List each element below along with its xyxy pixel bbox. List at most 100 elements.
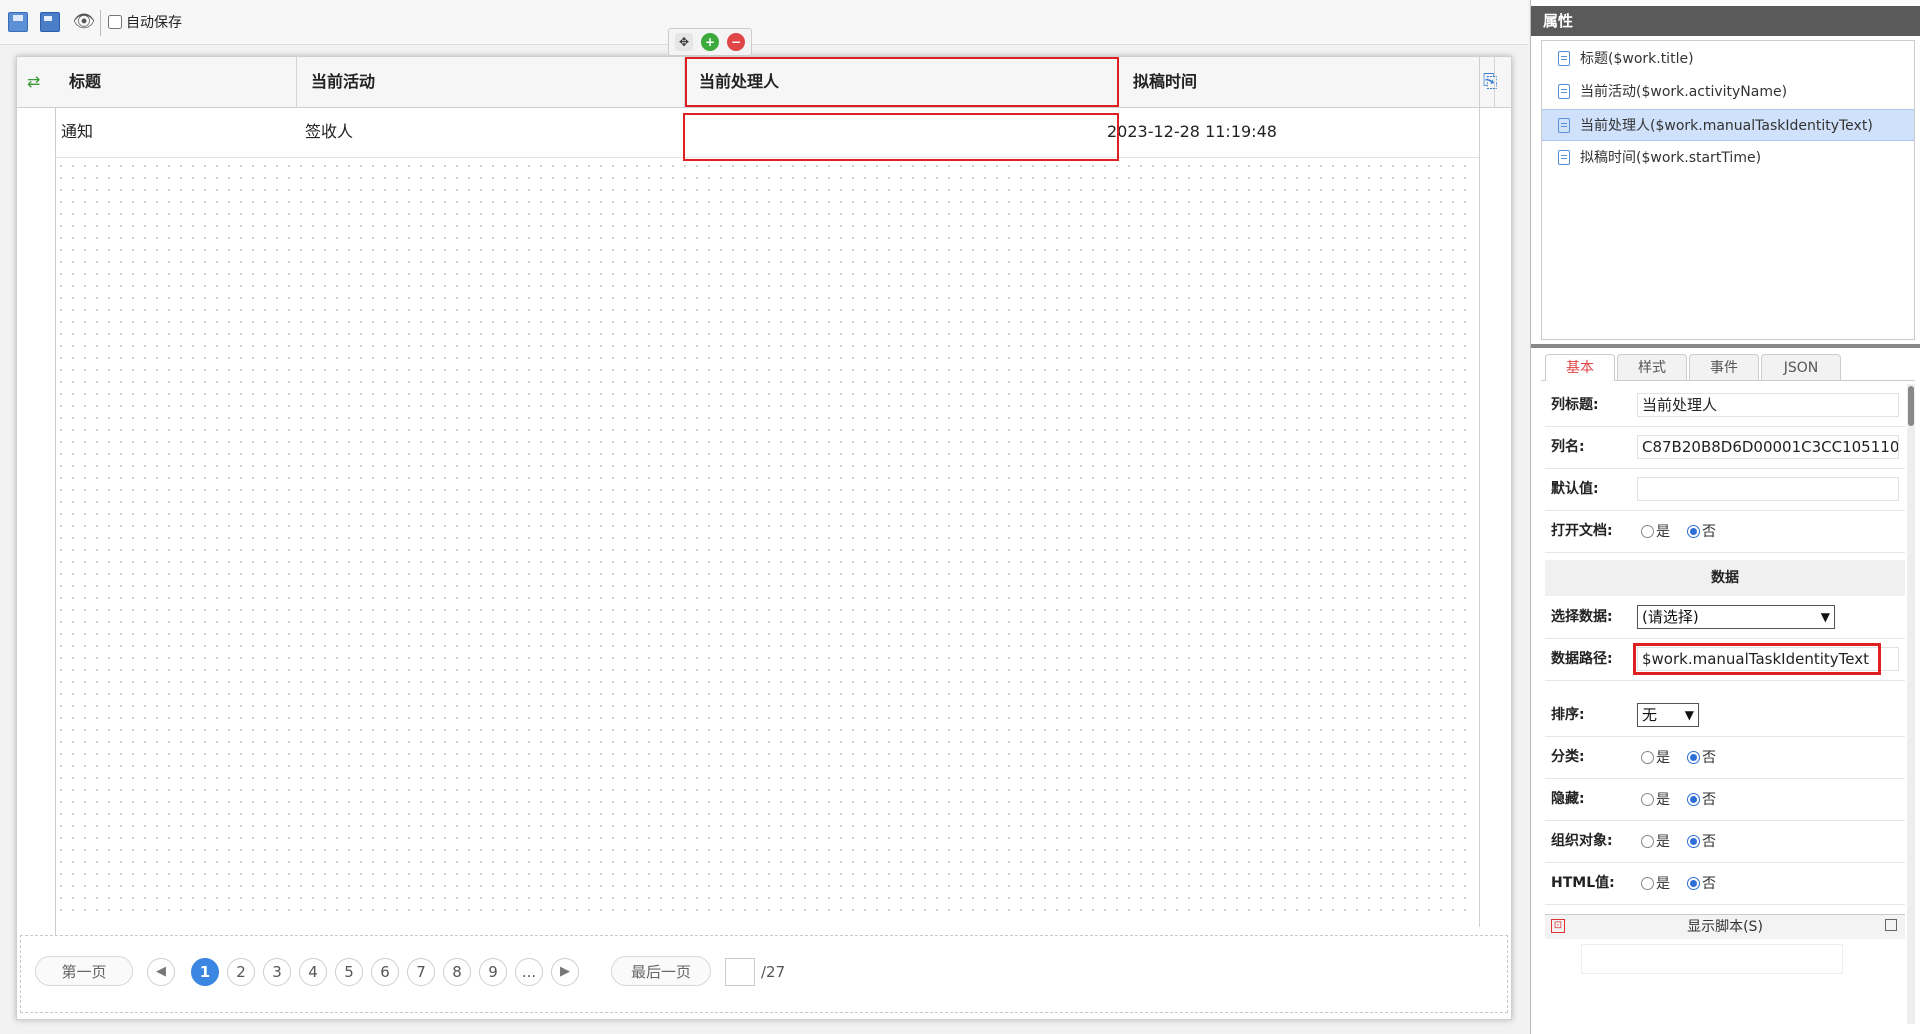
cell-title[interactable]: 通知 bbox=[61, 107, 291, 157]
property-tabs: 基本 样式 事件 JSON bbox=[1541, 354, 1915, 381]
page-3-button[interactable]: 3 bbox=[263, 958, 291, 986]
field-item[interactable]: 当前活动($work.activityName) bbox=[1542, 76, 1914, 108]
html-no-radio[interactable]: 否 bbox=[1687, 875, 1716, 892]
field-item-label: 标题($work.title) bbox=[1580, 51, 1694, 67]
prop-row-default-value: 默认值: bbox=[1545, 468, 1905, 511]
open-doc-no-radio[interactable]: 否 bbox=[1687, 523, 1716, 540]
autosave-label: 自动保存 bbox=[126, 15, 182, 31]
delete-icon[interactable]: − bbox=[727, 33, 745, 51]
page-4-button[interactable]: 4 bbox=[299, 958, 327, 986]
field-doc-icon bbox=[1558, 118, 1570, 133]
page-8-button[interactable]: 8 bbox=[443, 958, 471, 986]
page-ellipsis-button[interactable]: ... bbox=[515, 958, 543, 986]
tab-json[interactable]: JSON bbox=[1761, 354, 1841, 380]
radio-label: 否 bbox=[1702, 834, 1716, 850]
selected-column-cell-highlight bbox=[683, 113, 1119, 161]
page-9-button[interactable]: 9 bbox=[479, 958, 507, 986]
chevron-down-icon: ▼ bbox=[1820, 610, 1830, 624]
field-item-label: 拟稿时间($work.startTime) bbox=[1580, 150, 1762, 166]
display-script-bar[interactable]: 显示脚本(S) ⊡ bbox=[1545, 914, 1905, 939]
column-title-input[interactable]: 当前处理人 bbox=[1637, 393, 1899, 417]
column-header-label: 标题 bbox=[69, 72, 102, 91]
column-header-activity[interactable]: 当前活动 bbox=[297, 57, 685, 107]
prop-row-open-doc: 打开文档: 是 否 bbox=[1545, 510, 1905, 553]
page-jump-input[interactable] bbox=[725, 958, 755, 986]
field-item[interactable]: 标题($work.title) bbox=[1542, 43, 1914, 75]
sort-dropdown[interactable]: 无 ▼ bbox=[1637, 703, 1699, 727]
org-yes-radio[interactable]: 是 bbox=[1641, 833, 1670, 850]
prop-row-column-title: 列标题: 当前处理人 bbox=[1545, 384, 1905, 427]
cell-activity[interactable]: 签收人 bbox=[305, 107, 675, 157]
column-header-title[interactable]: 标题 bbox=[55, 57, 297, 107]
prop-label: 列标题: bbox=[1551, 397, 1599, 413]
default-value-input[interactable] bbox=[1637, 477, 1899, 501]
view-canvas: ⇄ 标题 当前活动 当前处理人 拟稿时间 ⎘ 通知 签收人 2023-12-28… bbox=[16, 56, 1512, 1020]
field-item[interactable]: 拟稿时间($work.startTime) bbox=[1542, 142, 1914, 174]
script-editor-icon[interactable]: ⊡ bbox=[1551, 919, 1565, 933]
field-item-selected[interactable]: 当前处理人($work.manualTaskIdentityText) bbox=[1542, 109, 1914, 141]
radio-label: 否 bbox=[1702, 792, 1716, 808]
column-name-input[interactable]: C87B20B8D6D00001C3CC105110 bbox=[1637, 435, 1899, 459]
pagination-bar: 第一页 ◀ 1 2 3 4 5 6 7 8 9 ... ▶ 最后一页 /27 bbox=[20, 935, 1508, 1013]
page-total: /27 bbox=[761, 963, 786, 981]
radio-label: 否 bbox=[1702, 524, 1716, 540]
tab-basic[interactable]: 基本 bbox=[1545, 354, 1615, 381]
prev-page-icon[interactable]: ◀ bbox=[147, 958, 175, 986]
prop-row-sort: 排序: 无 ▼ bbox=[1545, 694, 1905, 737]
field-doc-icon bbox=[1558, 51, 1570, 66]
chevron-down-icon: ▼ bbox=[1684, 708, 1694, 722]
canvas-dot-grid bbox=[55, 160, 1471, 920]
page-5-button[interactable]: 5 bbox=[335, 958, 363, 986]
script-editor-area[interactable] bbox=[1581, 944, 1843, 974]
org-no-radio[interactable]: 否 bbox=[1687, 833, 1716, 850]
hidden-yes-radio[interactable]: 是 bbox=[1641, 791, 1670, 808]
column-header-label: 拟稿时间 bbox=[1133, 72, 1198, 91]
autosave-checkbox[interactable] bbox=[108, 15, 122, 29]
add-icon[interactable]: + bbox=[701, 33, 719, 51]
tab-style[interactable]: 样式 bbox=[1617, 354, 1687, 380]
field-list: 标题($work.title) 当前活动($work.activityName)… bbox=[1541, 40, 1915, 340]
page-2-button[interactable]: 2 bbox=[227, 958, 255, 986]
add-column-icon[interactable]: ⎘ bbox=[1483, 71, 1503, 93]
next-page-icon[interactable]: ▶ bbox=[551, 958, 579, 986]
panel-title: 属性 bbox=[1531, 6, 1920, 36]
move-icon[interactable]: ✥ bbox=[675, 33, 693, 51]
script-label: 显示脚本(S) bbox=[1687, 919, 1763, 935]
refresh-icon[interactable]: ⇄ bbox=[27, 73, 45, 91]
save-as-icon[interactable] bbox=[40, 12, 60, 32]
prop-label: HTML值: bbox=[1551, 875, 1615, 891]
column-header-draft-time[interactable]: 拟稿时间 bbox=[1119, 57, 1495, 107]
autosave-toggle[interactable]: 自动保存 bbox=[108, 10, 182, 34]
preview-eye-icon[interactable]: 👁 bbox=[72, 10, 96, 34]
hidden-no-radio[interactable]: 否 bbox=[1687, 791, 1716, 808]
category-no-radio[interactable]: 否 bbox=[1687, 749, 1716, 766]
category-yes-radio[interactable]: 是 bbox=[1641, 749, 1670, 766]
panel-scrollbar[interactable] bbox=[1907, 384, 1915, 1024]
page-7-button[interactable]: 7 bbox=[407, 958, 435, 986]
prop-row-category: 分类: 是 否 bbox=[1545, 736, 1905, 779]
prop-row-column-name: 列名: C87B20B8D6D00001C3CC105110 bbox=[1545, 426, 1905, 469]
prop-label: 选择数据: bbox=[1551, 609, 1613, 625]
scrollbar-thumb[interactable] bbox=[1908, 386, 1914, 426]
first-page-button[interactable]: 第一页 bbox=[35, 956, 133, 986]
selected-column-header-highlight bbox=[685, 57, 1119, 107]
radio-label: 否 bbox=[1702, 750, 1716, 766]
radio-label: 是 bbox=[1656, 876, 1670, 892]
prop-label: 打开文档: bbox=[1551, 523, 1613, 539]
maximize-icon[interactable] bbox=[1885, 919, 1897, 931]
save-icon[interactable] bbox=[8, 12, 28, 32]
select-data-dropdown[interactable]: (请选择) ▼ bbox=[1637, 605, 1835, 629]
prop-label: 数据路径: bbox=[1551, 651, 1613, 667]
column-tools: ✥ + − bbox=[668, 28, 752, 56]
tab-events[interactable]: 事件 bbox=[1689, 354, 1759, 380]
data-path-highlight bbox=[1633, 643, 1881, 675]
panel-splitter[interactable] bbox=[1531, 344, 1920, 348]
page-1-button[interactable]: 1 bbox=[191, 958, 219, 986]
cell-draft-time[interactable]: 2023-12-28 11:19:48 bbox=[1107, 107, 1467, 157]
open-doc-yes-radio[interactable]: 是 bbox=[1641, 523, 1670, 540]
prop-label: 默认值: bbox=[1551, 481, 1599, 497]
page-6-button[interactable]: 6 bbox=[371, 958, 399, 986]
html-yes-radio[interactable]: 是 bbox=[1641, 875, 1670, 892]
field-item-label: 当前处理人($work.manualTaskIdentityText) bbox=[1580, 118, 1873, 134]
last-page-button[interactable]: 最后一页 bbox=[611, 956, 711, 986]
